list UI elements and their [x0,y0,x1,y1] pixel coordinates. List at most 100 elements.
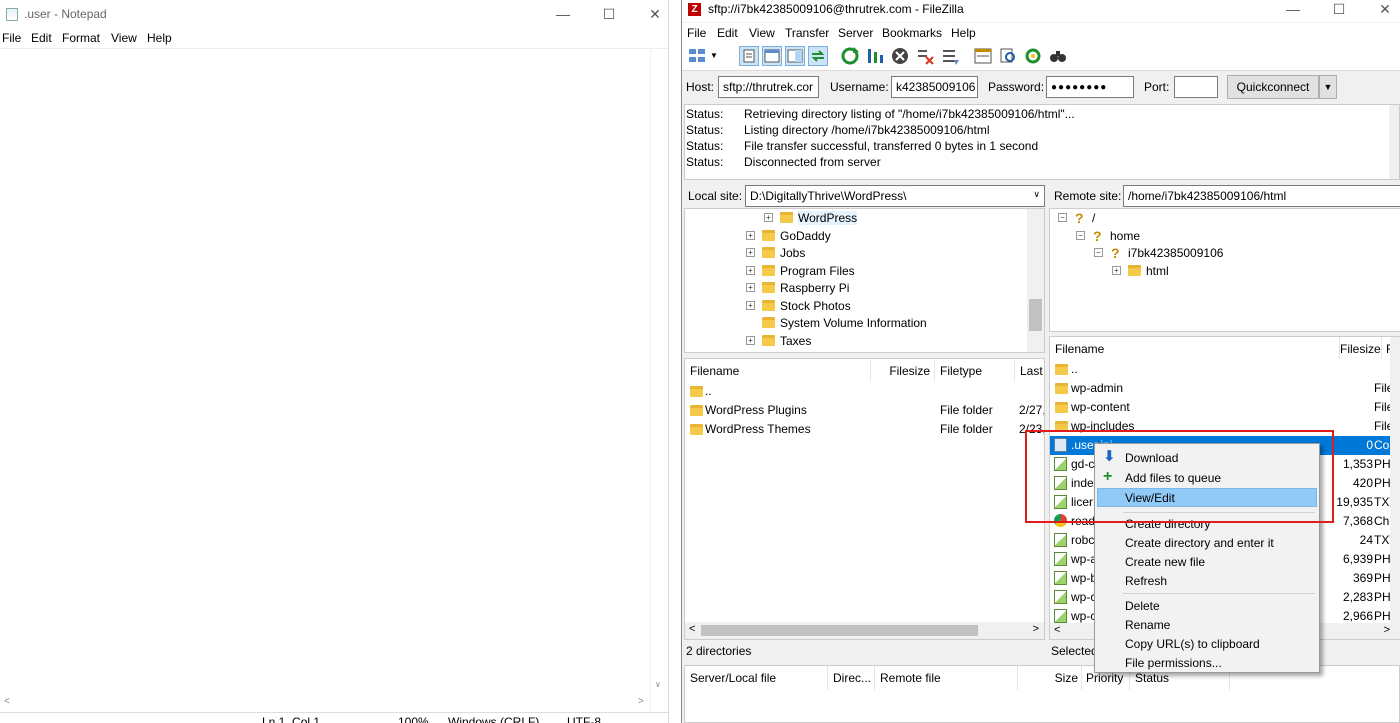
notepad-vertical-scrollbar[interactable]: ∨ [650,50,667,715]
fz-minimize-icon[interactable]: — [1270,0,1316,22]
list-item[interactable]: .. [1050,360,1400,379]
list-item[interactable]: wp-admin File [1050,379,1400,398]
binoculars-icon[interactable] [1048,46,1068,66]
local-file-list: Filename Filesize Filetype Last r .. Wor… [684,358,1045,640]
menu-view[interactable]: View [111,31,137,45]
reconnect-icon[interactable] [940,46,960,66]
col-size[interactable]: Size [1018,666,1082,690]
expand-icon[interactable]: + [746,301,755,310]
fz-menu-bookmarks[interactable]: Bookmarks [882,26,942,40]
col-direction[interactable]: Direc... [828,666,875,690]
fz-menu-view[interactable]: View [749,26,775,40]
fz-close-icon[interactable]: ✕ [1362,0,1400,22]
fz-menu-edit[interactable]: Edit [717,26,738,40]
search-icon[interactable] [998,46,1018,66]
host-input[interactable]: sftp://thrutrek.cor [718,76,819,98]
list-item[interactable]: .. [685,382,1044,401]
process-queue-icon[interactable] [865,46,885,66]
menu-file[interactable]: File [2,31,21,45]
col-last-modified[interactable]: Last r [1015,359,1044,381]
maximize-icon[interactable]: ☐ [586,0,632,28]
fz-menu-help[interactable]: Help [951,26,976,40]
collapse-icon[interactable]: − [1094,248,1103,257]
menu-item-create-directory[interactable]: Create directory [1097,514,1317,533]
menu-item-copy-url[interactable]: Copy URL(s) to clipboard [1097,634,1317,653]
scroll-left-icon[interactable]: < [4,696,10,707]
collapse-icon[interactable]: − [1076,231,1085,240]
scroll-right-icon[interactable]: > [1033,623,1039,635]
menu-item-download[interactable]: ⬇ Download [1097,448,1317,467]
col-filename[interactable]: Filename [1050,337,1340,359]
expand-icon[interactable]: + [764,213,773,222]
menu-item-view-edit[interactable]: View/Edit [1097,488,1317,507]
expand-icon[interactable]: + [746,248,755,257]
col-remote-file[interactable]: Remote file [875,666,1018,690]
menu-item-add-to-queue[interactable]: + Add files to queue [1097,468,1317,487]
remote-site-path-input[interactable]: /home/i7bk42385009106/html [1123,185,1400,207]
list-item[interactable]: wp-content File [1050,398,1400,417]
list-item[interactable]: wp-includes File [1050,417,1400,436]
config-file-icon [1054,438,1067,452]
list-item[interactable]: WordPress Plugins File folder 2/27, [685,401,1044,420]
remote-list-vertical-scrollbar[interactable] [1390,337,1400,639]
list-item[interactable]: WordPress Themes File folder 2/23, [685,420,1044,439]
expand-icon[interactable]: + [746,266,755,275]
port-input[interactable] [1174,76,1218,98]
col-filesize[interactable]: Filesize [871,359,935,381]
local-list-horizontal-scrollbar[interactable]: < > [685,622,1044,639]
col-filesize[interactable]: Filesize [1340,337,1382,359]
expand-icon[interactable]: + [746,283,755,292]
password-input[interactable]: ●●●●●●●● [1046,76,1134,98]
folder-icon [690,405,703,416]
refresh-icon[interactable] [840,46,860,66]
scroll-right-icon[interactable]: > [638,696,644,707]
menu-format[interactable]: Format [62,31,100,45]
col-filename[interactable]: Filename [685,359,871,381]
scroll-left-icon[interactable]: < [689,623,695,635]
toggle-local-tree-icon[interactable] [762,46,782,66]
cancel-operation-icon[interactable] [890,46,910,66]
toggle-log-icon[interactable] [739,46,759,66]
menu-help[interactable]: Help [147,31,172,45]
menu-item-refresh[interactable]: Refresh [1097,571,1317,590]
filter-icon[interactable] [973,46,993,66]
scroll-left-icon[interactable]: < [1054,624,1060,636]
menu-item-delete[interactable]: Delete [1097,596,1317,615]
disconnect-icon[interactable] [915,46,935,66]
expand-icon[interactable]: + [746,231,755,240]
username-input[interactable]: k42385009106 [891,76,978,98]
menu-edit[interactable]: Edit [31,31,52,45]
notepad-horizontal-scrollbar[interactable]: < > [0,694,650,711]
local-tree-scrollbar[interactable] [1027,209,1044,352]
site-manager-icon[interactable] [687,46,707,66]
quickconnect-dropdown-icon[interactable]: ▼ [1319,75,1337,99]
scroll-thumb[interactable] [701,625,978,636]
scroll-right-icon[interactable]: > [1384,624,1390,636]
minimize-icon[interactable]: — [540,0,586,28]
menu-item-file-permissions[interactable]: File permissions... [1097,653,1317,672]
fz-menu-transfer[interactable]: Transfer [785,26,829,40]
notepad-text-area[interactable] [0,50,668,700]
expand-icon[interactable]: + [1112,266,1121,275]
menu-item-create-new-file[interactable]: Create new file [1097,552,1317,571]
scroll-thumb[interactable] [1029,299,1042,331]
log-scrollbar[interactable] [1389,105,1399,179]
scroll-down-icon[interactable]: ∨ [655,680,661,689]
fz-menu-server[interactable]: Server [838,26,873,40]
collapse-icon[interactable]: − [1058,213,1067,222]
col-server-local-file[interactable]: Server/Local file [685,666,828,690]
expand-icon[interactable]: + [746,336,755,345]
local-site-path: D:\DigitallyThrive\WordPress\ [750,189,907,203]
local-site-path-input[interactable]: D:\DigitallyThrive\WordPress\ ∨ [745,185,1045,207]
menu-item-rename[interactable]: Rename [1097,615,1317,634]
chevron-down-icon[interactable]: ∨ [1033,189,1040,200]
menu-item-create-directory-enter[interactable]: Create directory and enter it [1097,533,1317,552]
toggle-remote-tree-icon[interactable] [785,46,805,66]
sync-browsing-icon[interactable] [1023,46,1043,66]
col-filetype[interactable]: Filetype [935,359,1015,381]
fz-menu-file[interactable]: File [687,26,706,40]
site-manager-dropdown-icon[interactable]: ▼ [710,46,722,66]
quickconnect-button[interactable]: Quickconnect [1227,75,1319,99]
toggle-queue-icon[interactable] [808,46,828,66]
fz-maximize-icon[interactable]: ☐ [1316,0,1362,22]
